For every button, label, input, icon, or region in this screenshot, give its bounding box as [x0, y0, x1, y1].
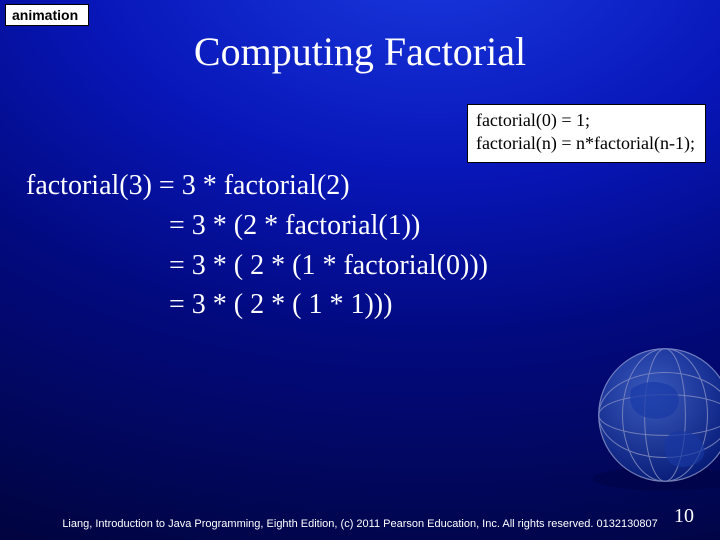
- animation-label-text: animation: [12, 7, 78, 23]
- slide: animation Computing Factorial factorial(…: [0, 0, 720, 540]
- footer-text: Liang, Introduction to Java Programming,…: [0, 518, 720, 532]
- expansion-line-3: = 3 * ( 2 * (1 * factorial(0))): [26, 246, 488, 286]
- expansion-block: factorial(3) = 3 * factorial(2) = 3 * (2…: [26, 166, 488, 325]
- rule-recursive-case: factorial(n) = n*factorial(n-1);: [476, 132, 695, 155]
- globe-icon: [580, 330, 720, 500]
- recurrence-rule-box: factorial(0) = 1; factorial(n) = n*facto…: [467, 104, 706, 163]
- expansion-line-4: = 3 * ( 2 * ( 1 * 1))): [26, 285, 488, 325]
- page-number: 10: [674, 505, 694, 528]
- expansion-line-1: factorial(3) = 3 * factorial(2): [26, 170, 350, 201]
- animation-label-box: animation: [5, 4, 89, 26]
- expansion-line-2: = 3 * (2 * factorial(1)): [26, 206, 488, 246]
- slide-title: Computing Factorial: [0, 28, 720, 75]
- rule-base-case: factorial(0) = 1;: [476, 109, 695, 132]
